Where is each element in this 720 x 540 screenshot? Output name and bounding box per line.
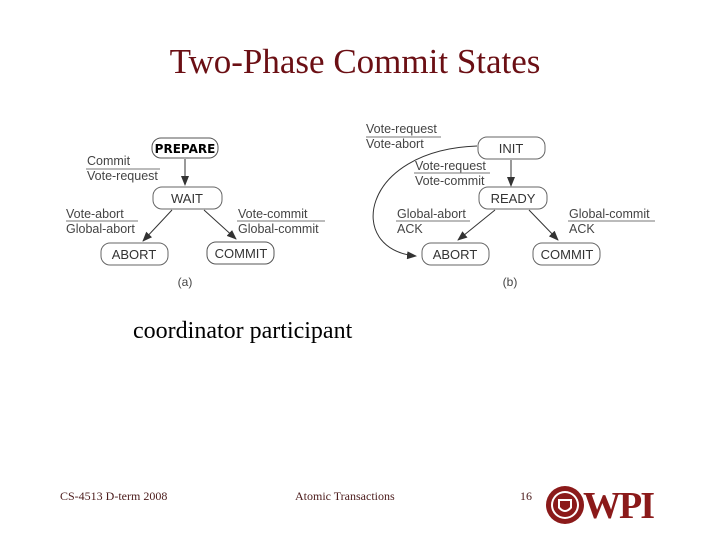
footer-course: CS-4513 D-term 2008 [60, 489, 168, 503]
label-vote-abort: Vote-abort [66, 207, 124, 221]
state-abort-label: ABORT [112, 247, 157, 262]
label-global-commit: Global-commit [238, 222, 319, 236]
label-ack-abort: ACK [397, 222, 423, 236]
label-global-commit-b: Global-commit [569, 207, 650, 221]
arrow-wait-commit [203, 209, 237, 240]
label-vote-request-init: Vote-request [366, 122, 437, 136]
two-phase-commit-diagram: PREPARE Commit Vote-request WAIT Vote-ab… [66, 122, 655, 289]
wpi-seal-icon [546, 486, 584, 524]
label-vote-abort-init: Vote-abort [366, 137, 424, 151]
label-ack-commit: ACK [569, 222, 595, 236]
state-commit-b-label: COMMIT [541, 247, 594, 262]
label-global-abort-b: Global-abort [397, 207, 466, 221]
state-prepare-label: PREPARE [155, 142, 216, 156]
caption-a: (a) [178, 275, 193, 289]
label-vote-commit-ready: Vote-commit [415, 174, 485, 188]
label-vote-request: Vote-request [87, 169, 158, 183]
wpi-logo-text: WPI [583, 485, 655, 527]
caption-b: (b) [503, 275, 518, 289]
state-init-label: INIT [499, 141, 524, 156]
participant-diagram: Vote-request Vote-abort INIT Vote-reques… [366, 122, 655, 289]
footer-page-number: 16 [520, 489, 532, 503]
coordinator-diagram: PREPARE Commit Vote-request WAIT Vote-ab… [66, 137, 325, 289]
label-vote-commit: Vote-commit [238, 207, 308, 221]
label-vote-request-ready: Vote-request [415, 159, 486, 173]
state-commit-label: COMMIT [215, 246, 268, 261]
slide-subtitle: coordinator participant [133, 318, 353, 344]
state-ready-label: READY [491, 191, 536, 206]
footer-topic: Atomic Transactions [295, 489, 395, 503]
label-commit: Commit [87, 154, 131, 168]
state-abort-b-label: ABORT [433, 247, 478, 262]
arrow-ready-commit [528, 209, 559, 241]
arrow-wait-abort [142, 209, 173, 242]
label-global-abort: Global-abort [66, 222, 135, 236]
state-wait-label: WAIT [171, 191, 203, 206]
